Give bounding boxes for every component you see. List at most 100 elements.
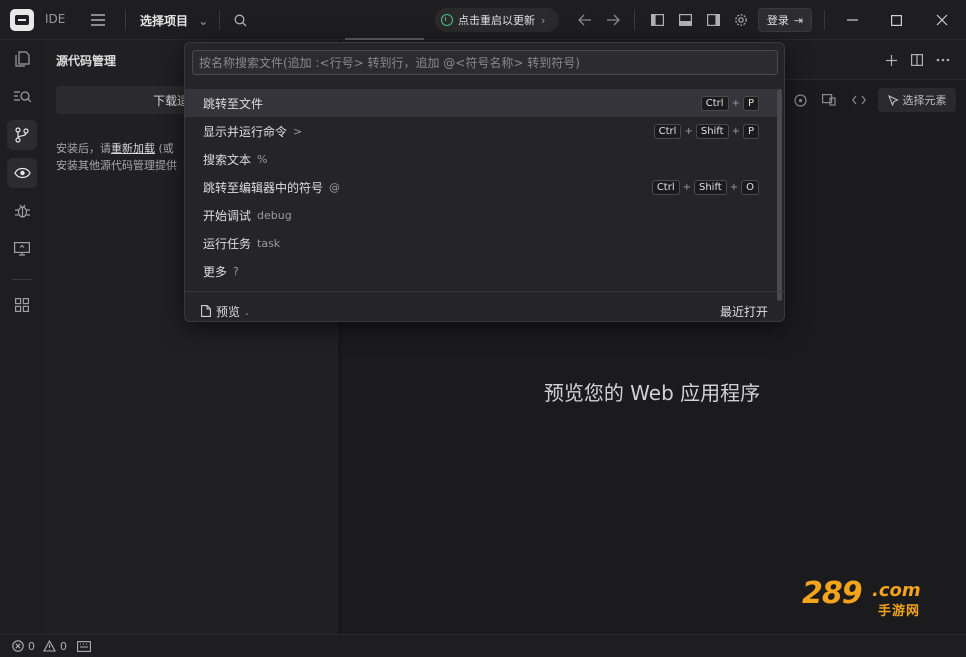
palette-divider [185, 291, 784, 292]
watermark-domain: .com [872, 580, 921, 601]
title-bar: IDE 选择项目 ⌄ 点击重启以更新 › 登录 ⇥ [0, 0, 966, 40]
minimize-icon[interactable] [829, 0, 875, 40]
command-label: 开始调试 [203, 208, 252, 223]
login-button[interactable]: 登录 ⇥ [758, 8, 812, 32]
key-cap: P [742, 123, 759, 139]
shortcut: Ctrl + P [700, 95, 759, 111]
key-plus: + [729, 181, 739, 193]
command-item-more[interactable]: 更多 ? [185, 257, 777, 285]
maximize-icon[interactable] [873, 0, 919, 40]
activity-bar [0, 40, 44, 634]
device-icon[interactable] [818, 89, 840, 111]
hamburger-menu-icon[interactable] [87, 9, 109, 31]
panel-title: 源代码管理 [56, 54, 117, 68]
command-label: 搜索文本 [203, 152, 252, 167]
code-brackets-icon[interactable] [848, 89, 870, 111]
error-icon[interactable] [12, 640, 24, 652]
debug-bug-icon[interactable] [7, 196, 37, 226]
toggle-bottom-panel-icon[interactable] [674, 9, 696, 31]
status-bar: 0 0 [0, 634, 966, 657]
command-hint: ? [233, 264, 239, 278]
forward-arrow-icon[interactable] [602, 9, 624, 31]
app-logo-icon [10, 9, 34, 31]
key-plus: + [731, 97, 740, 109]
gear-icon[interactable] [730, 9, 752, 31]
key-cap: Ctrl [653, 123, 682, 139]
restart-update-label: 点击重启以更新 [458, 14, 535, 27]
info-text: (或 [155, 142, 174, 155]
error-count[interactable]: 0 [28, 640, 35, 653]
shortcut: Ctrl + Shift + P [653, 123, 759, 139]
reload-link[interactable]: 重新加载 [111, 142, 155, 155]
update-icon [441, 14, 453, 26]
watermark-sub: 手游网 [878, 604, 921, 619]
key-cap: Shift [695, 123, 729, 139]
divider [824, 10, 825, 30]
close-icon[interactable] [919, 0, 965, 40]
palette-footer: 预览 . 最近打开 [185, 299, 784, 321]
command-label: 更多 [203, 264, 228, 279]
key-plus: + [731, 125, 740, 137]
split-editor-icon[interactable] [906, 49, 928, 71]
command-item-show-commands[interactable]: 显示并运行命令 > Ctrl + Shift + P [185, 117, 777, 145]
command-hint: > [293, 124, 303, 138]
search-files-icon[interactable] [7, 82, 37, 112]
terminal-icon[interactable] [77, 640, 91, 652]
palette-scrollbar[interactable] [777, 89, 782, 301]
select-element-button[interactable]: 选择元素 [878, 88, 956, 112]
divider [125, 10, 126, 30]
add-icon[interactable] [880, 49, 902, 71]
command-label: 跳转至编辑器中的符号 [203, 180, 324, 195]
quick-open-search-input[interactable] [192, 50, 778, 75]
preview-placeholder-title: 预览您的 Web 应用程序 [543, 381, 761, 405]
preview-eye-icon[interactable] [7, 158, 37, 188]
search-icon[interactable] [229, 9, 251, 31]
command-item-start-debug[interactable]: 开始调试 debug [185, 201, 777, 229]
back-arrow-icon[interactable] [574, 9, 596, 31]
command-item-goto-symbol[interactable]: 跳转至编辑器中的符号 @ Ctrl + Shift + O [185, 173, 777, 201]
watermark-number: 289 [802, 576, 863, 611]
project-selector-label: 选择项目 [140, 14, 189, 28]
command-item-run-task[interactable]: 运行任务 task [185, 229, 777, 257]
activity-divider [12, 279, 32, 280]
chevron-down-icon: ⌄ [198, 14, 209, 28]
restart-update-button[interactable]: 点击重启以更新 › [435, 8, 559, 32]
file-icon [201, 305, 211, 317]
preview-option-hint: . [245, 304, 249, 318]
quick-open-palette: 跳转至文件 Ctrl + P 显示并运行命令 > Ctrl + Shift + … [184, 42, 785, 322]
recently-opened-link[interactable]: 最近打开 [720, 303, 768, 320]
command-list: 跳转至文件 Ctrl + P 显示并运行命令 > Ctrl + Shift + … [185, 89, 777, 285]
more-actions-icon[interactable] [932, 49, 954, 71]
key-cap: Shift [694, 179, 727, 195]
project-selector[interactable]: 选择项目 ⌄ [140, 12, 208, 29]
select-element-label: 选择元素 [902, 94, 947, 107]
compass-icon[interactable] [789, 89, 811, 111]
shortcut: Ctrl + Shift + O [651, 179, 759, 195]
app-label: IDE [45, 12, 66, 26]
key-plus: + [682, 181, 691, 193]
toggle-left-panel-icon[interactable] [646, 9, 668, 31]
explorer-icon[interactable] [7, 44, 37, 74]
key-plus: + [684, 125, 693, 137]
key-cap: Ctrl [651, 179, 680, 195]
command-hint: @ [329, 180, 341, 194]
remote-monitor-icon[interactable] [7, 234, 37, 264]
toggle-right-panel-icon[interactable] [702, 9, 724, 31]
command-item-goto-file[interactable]: 跳转至文件 Ctrl + P [185, 89, 777, 117]
info-text: 安装后，请 [56, 142, 111, 155]
divider [634, 10, 635, 30]
command-item-search-text[interactable]: 搜索文本 % [185, 145, 777, 173]
command-label: 显示并运行命令 [203, 124, 288, 139]
key-cap: Ctrl [700, 95, 729, 111]
preview-option[interactable]: 预览 [216, 303, 240, 320]
extensions-grid-icon[interactable] [7, 290, 37, 320]
command-hint: task [257, 236, 281, 250]
login-label: 登录 [766, 14, 789, 27]
warning-count[interactable]: 0 [60, 640, 67, 653]
divider [219, 10, 220, 30]
chevron-right-icon: › [541, 13, 546, 27]
warning-icon[interactable] [43, 640, 56, 652]
key-cap: P [742, 95, 759, 111]
source-control-icon[interactable] [7, 120, 37, 150]
command-label: 跳转至文件 [203, 96, 264, 111]
